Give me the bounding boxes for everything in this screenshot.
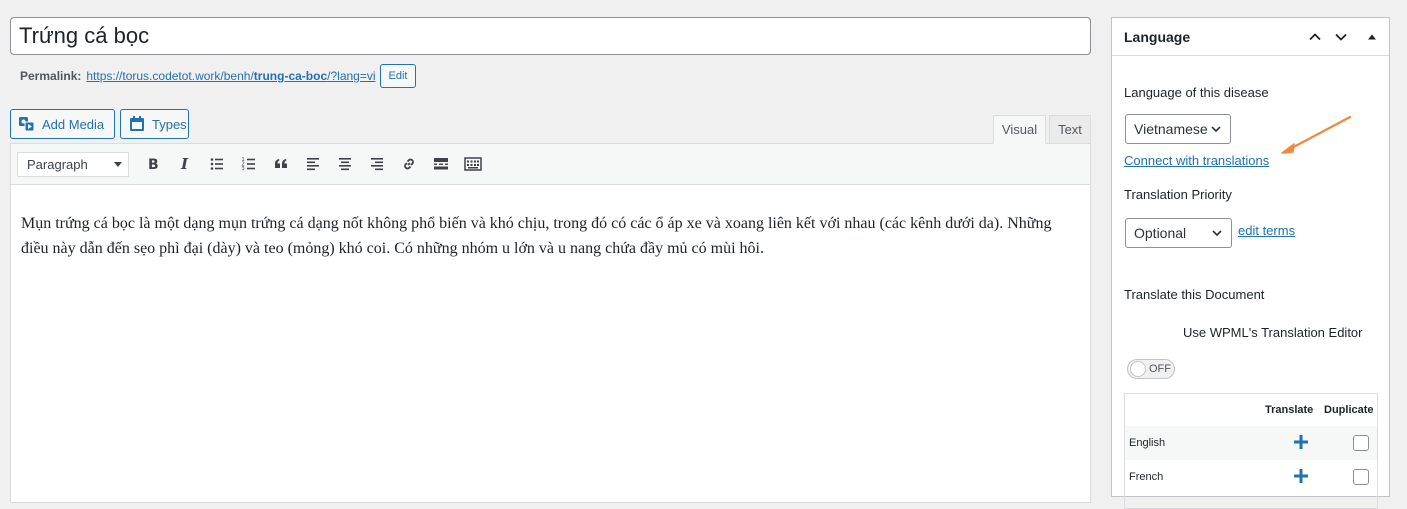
translate-column-header: Translate bbox=[1265, 404, 1314, 416]
bulleted-list-icon[interactable] bbox=[201, 149, 233, 179]
chevron-up-icon[interactable] bbox=[1304, 26, 1326, 48]
language-select-value: Vietnamese bbox=[1134, 121, 1208, 137]
align-center-icon[interactable] bbox=[329, 149, 361, 179]
duplicate-checkbox[interactable] bbox=[1353, 469, 1369, 485]
priority-select-value: Optional bbox=[1134, 225, 1187, 241]
duplicate-checkbox[interactable] bbox=[1353, 435, 1369, 451]
format-select-value: Paragraph bbox=[27, 156, 88, 172]
tab-text[interactable]: Text bbox=[1049, 115, 1091, 144]
language-metabox: Language Language of this disease Vietna… bbox=[1111, 17, 1390, 509]
wpml-editor-label: Use WPML's Translation Editor bbox=[1183, 325, 1363, 340]
toggle-state: OFF bbox=[1149, 363, 1171, 375]
toolbar-toggle-icon[interactable] bbox=[457, 149, 489, 179]
post-title-input[interactable]: Trứng cá bọc bbox=[10, 17, 1091, 55]
add-translation-icon[interactable] bbox=[1293, 467, 1309, 485]
language-select[interactable]: Vietnamese bbox=[1125, 114, 1231, 144]
annotation-arrow-icon bbox=[1281, 115, 1352, 154]
connect-translations-link[interactable]: Connect with translations bbox=[1124, 153, 1269, 168]
add-media-button[interactable]: Add Media bbox=[10, 109, 115, 139]
wpml-editor-toggle[interactable]: OFF bbox=[1127, 359, 1175, 379]
chevron-down-icon bbox=[1212, 230, 1222, 237]
bold-icon[interactable]: B bbox=[137, 149, 169, 179]
content-editor: Paragraph B I 123 Mụn trứng cá bọc là mộ… bbox=[10, 143, 1091, 503]
language-label: Language of this disease bbox=[1124, 85, 1269, 100]
collapse-toggle-icon[interactable] bbox=[1361, 26, 1383, 48]
chevron-down-icon bbox=[114, 161, 122, 167]
translations-table: Translate Duplicate English French bbox=[1124, 393, 1378, 509]
blockquote-icon[interactable] bbox=[265, 149, 297, 179]
table-row: English bbox=[1125, 426, 1377, 460]
numbered-list-icon[interactable]: 123 bbox=[233, 149, 265, 179]
italic-icon[interactable]: I bbox=[169, 149, 201, 179]
permalink-label: Permalink: bbox=[20, 69, 82, 83]
add-media-label: Add Media bbox=[42, 116, 105, 132]
add-translation-icon[interactable] bbox=[1293, 433, 1309, 451]
edit-terms-link[interactable]: edit terms bbox=[1238, 223, 1295, 238]
calendar-icon bbox=[128, 115, 146, 133]
toggle-knob bbox=[1130, 361, 1146, 377]
priority-select[interactable]: Optional bbox=[1125, 218, 1232, 248]
row-language: English bbox=[1129, 437, 1166, 449]
align-right-icon[interactable] bbox=[361, 149, 393, 179]
svg-text:B: B bbox=[148, 157, 159, 172]
media-icon bbox=[18, 115, 36, 133]
types-label: Types bbox=[152, 116, 187, 132]
types-button[interactable]: Types bbox=[120, 109, 189, 139]
row-language: French bbox=[1129, 471, 1164, 483]
permalink-slug[interactable]: trung-ca-boc bbox=[254, 69, 327, 83]
insert-link-icon[interactable] bbox=[393, 149, 425, 179]
permalink-row: Permalink: https://torus.codetot.work/be… bbox=[20, 64, 417, 88]
format-select[interactable]: Paragraph bbox=[17, 151, 129, 177]
translate-document-label: Translate this Document bbox=[1124, 287, 1265, 302]
svg-text:I: I bbox=[180, 156, 189, 172]
editor-toolbar: Paragraph B I 123 bbox=[11, 144, 1090, 185]
permalink-link[interactable]: https://torus.codetot.work/benh/trung-ca… bbox=[86, 69, 375, 83]
chevron-down-icon bbox=[1211, 126, 1221, 133]
table-row: French bbox=[1125, 460, 1377, 494]
editor-content[interactable]: Mụn trứng cá bọc là một dạng mụn trứng c… bbox=[11, 185, 1090, 271]
language-metabox-title: Language bbox=[1124, 28, 1191, 45]
chevron-down-icon[interactable] bbox=[1330, 26, 1352, 48]
align-left-icon[interactable] bbox=[297, 149, 329, 179]
permalink-edit-button[interactable]: Edit bbox=[379, 64, 417, 88]
duplicate-column-header: Duplicate bbox=[1324, 404, 1374, 416]
translation-priority-label: Translation Priority bbox=[1124, 187, 1232, 202]
svg-text:3: 3 bbox=[242, 166, 245, 172]
language-metabox-header: Language bbox=[1112, 18, 1389, 56]
tab-visual[interactable]: Visual bbox=[993, 115, 1046, 144]
read-more-icon[interactable] bbox=[425, 149, 457, 179]
